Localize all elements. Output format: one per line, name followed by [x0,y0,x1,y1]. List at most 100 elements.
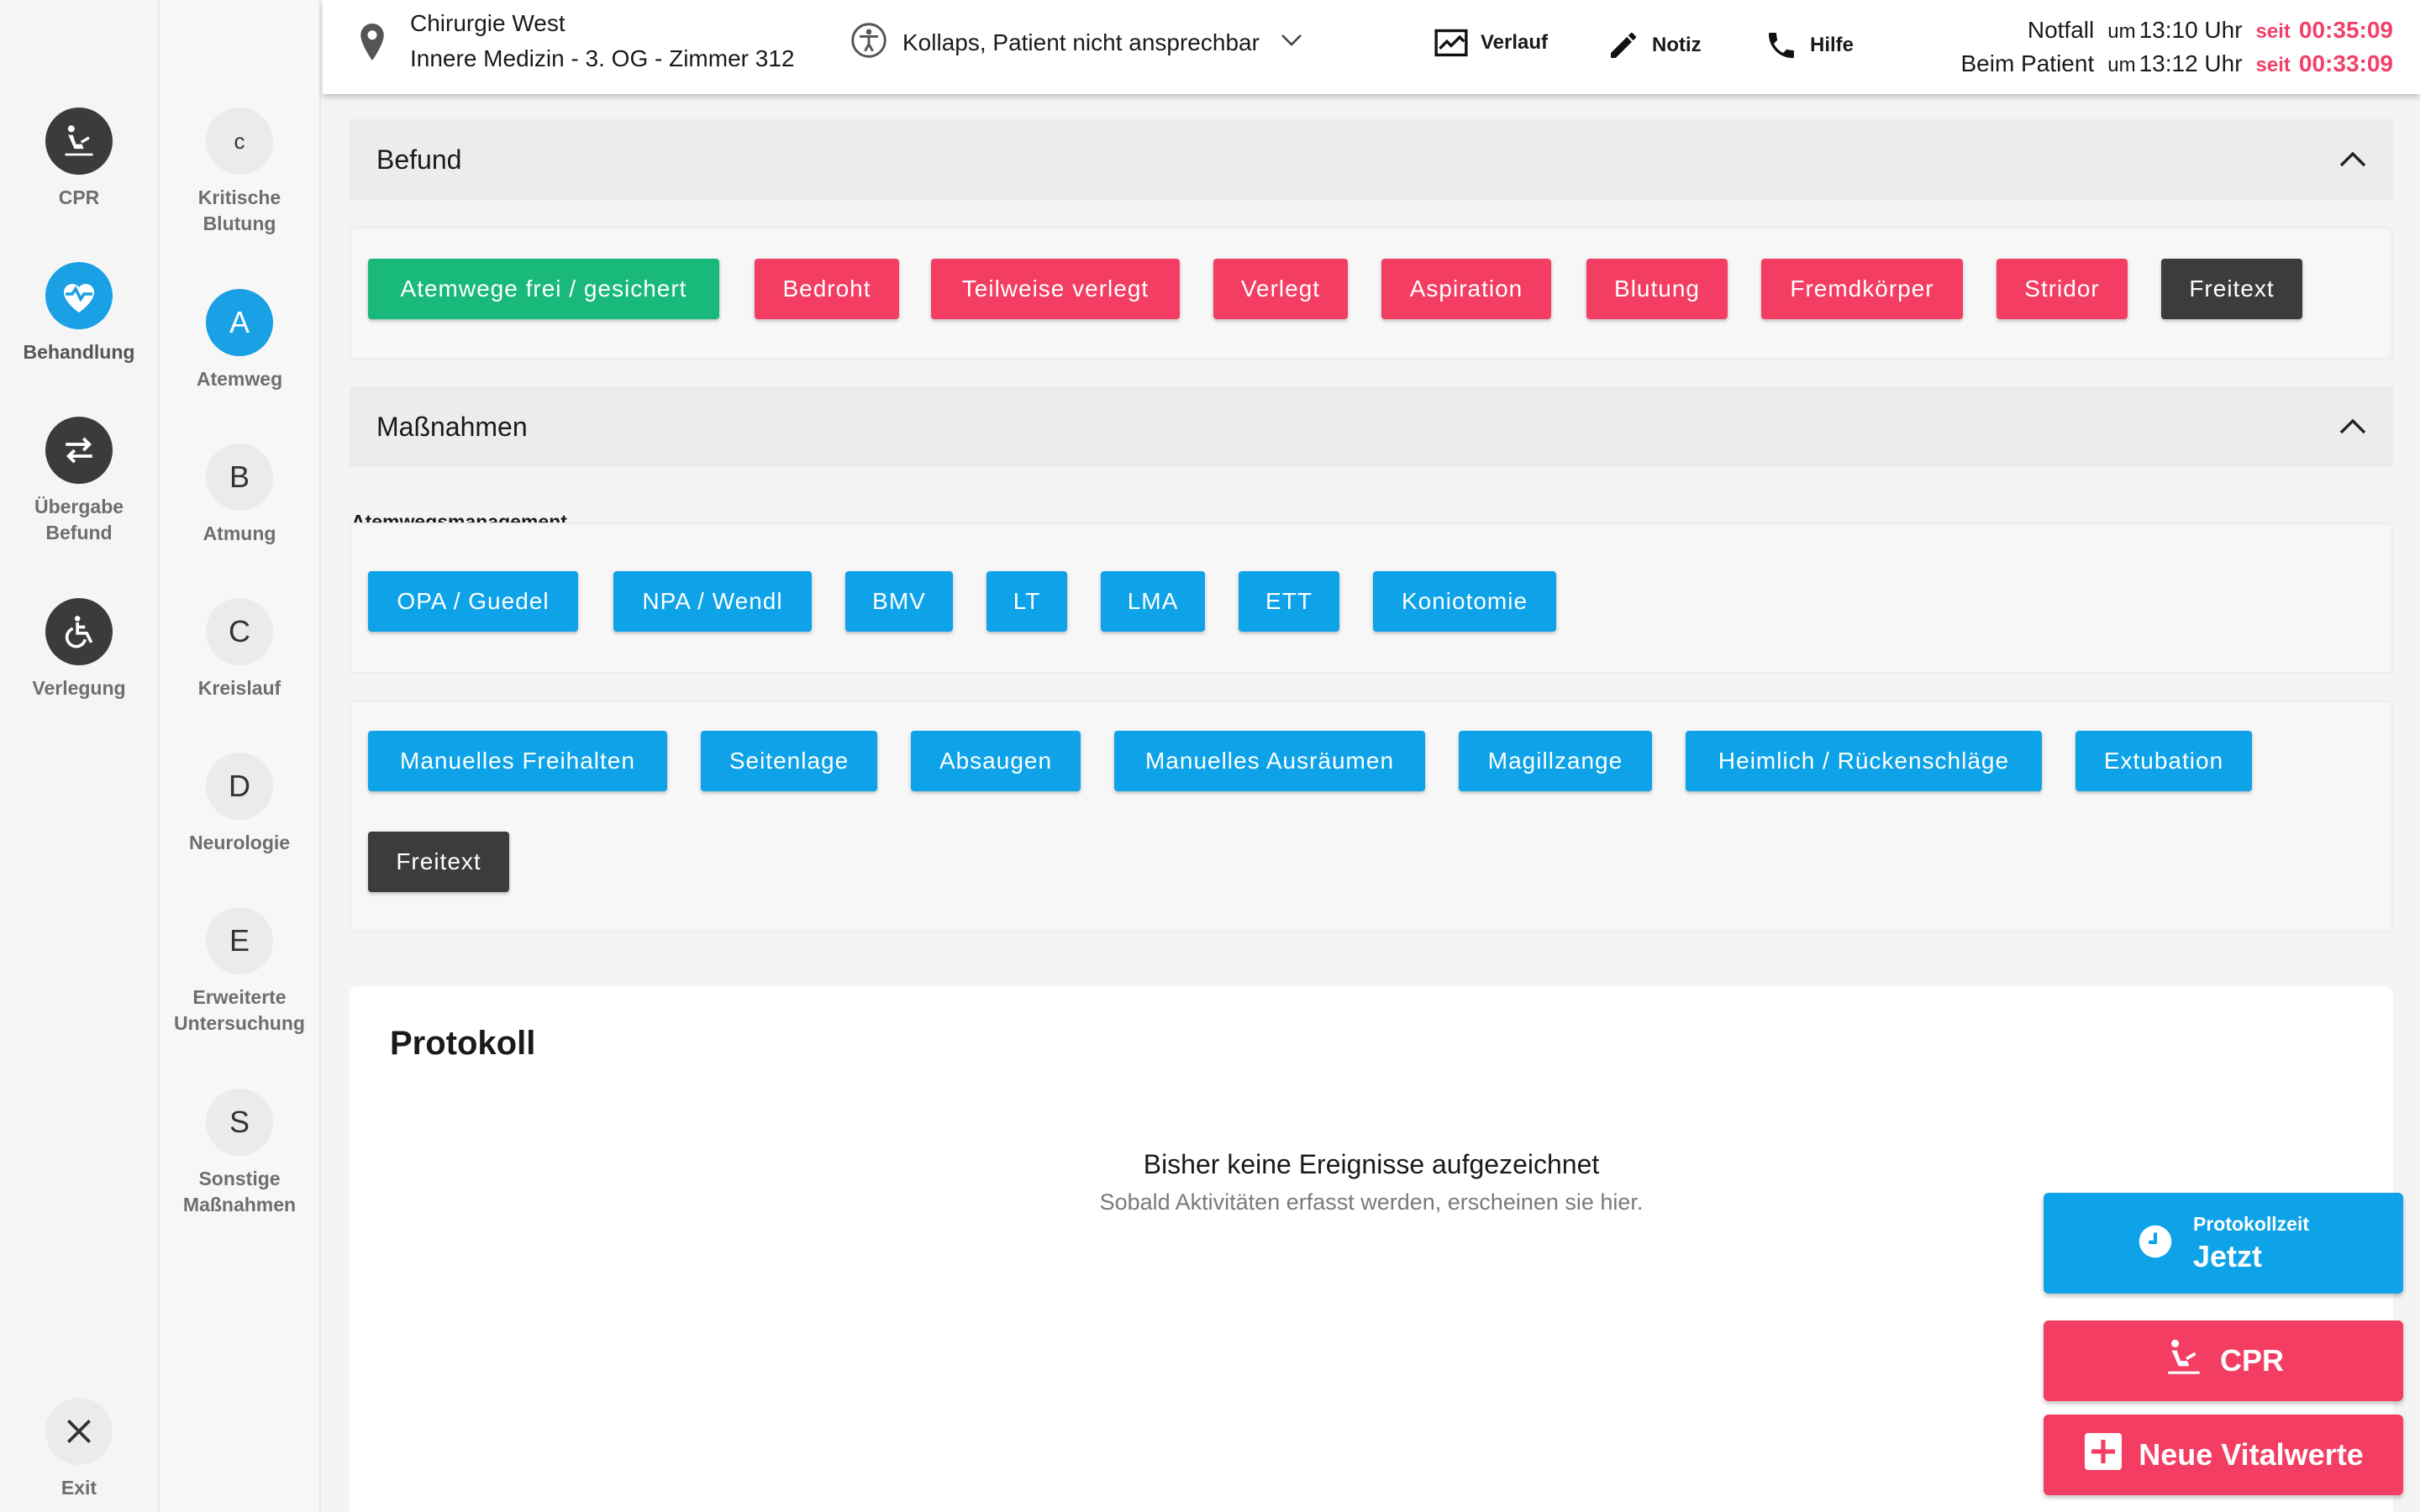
nav-uebergabe[interactable]: Übergabe Befund [0,417,158,546]
nav-letter: E [206,907,273,974]
location: Chirurgie West Innere Medizin - 3. OG - … [410,10,794,72]
chip-teilweise-verlegt[interactable]: Teilweise verlegt [931,259,1180,319]
massnahmen-title: Maßnahmen [376,411,528,442]
nav-cpr-label: CPR [58,186,100,208]
diagnosis-text: Kollaps, Patient nicht ansprechbar [902,29,1260,55]
nav-verlegung[interactable]: Verlegung [0,598,158,701]
body-figure-icon [850,22,887,63]
chip-aspiration[interactable]: Aspiration [1381,259,1551,319]
befund-title: Befund [376,144,462,175]
chip-blutung[interactable]: Blutung [1586,259,1728,319]
notiz-button[interactable]: Notiz [1607,29,1702,62]
chip-manuelles-freihalten[interactable]: Manuelles Freihalten [368,731,667,791]
seit-label: seit [2255,54,2291,76]
chip-npa-wendl[interactable]: NPA / Wendl [613,571,812,632]
protokoll-title: Protokoll [390,1025,536,1062]
atemwegsmanagement-panel: OPA / Guedel NPA / Wendl BMV LT LMA ETT … [350,522,2393,674]
nav-kritische-blutung[interactable]: c Kritische Blutung [160,108,319,237]
patient-time: Beim Patient um 13:12 Uhr seit 00:33:09 [1960,50,2393,77]
location-line2: Innere Medizin - 3. OG - Zimmer 312 [410,45,795,71]
notfall-clock: 13:10 Uhr [2139,17,2243,43]
chip-lt[interactable]: LT [986,571,1067,632]
nav-atmung[interactable]: B Atmung [160,444,319,547]
verlauf-label: Verlauf [1481,31,1549,54]
location-line1: Chirurgie West [410,10,566,36]
nav-kreislauf[interactable]: C Kreislauf [160,598,319,701]
chevron-up-icon[interactable] [2338,412,2368,443]
location-pin-icon [358,24,387,65]
nav-exit[interactable]: Exit [0,1398,158,1501]
notfall-duration: 00:35:09 [2298,17,2393,43]
chip-stridor[interactable]: Stridor [1996,259,2128,319]
nav-exit-label: Exit [60,1477,97,1499]
clock-icon [2138,1224,2173,1263]
nav-letter: C [206,598,273,665]
cpr-button[interactable]: CPR [2044,1320,2403,1401]
chip-lma[interactable]: LMA [1101,571,1205,632]
befund-header[interactable]: Befund [350,119,2393,200]
nav-atmung-label: Atmung [203,522,276,544]
chevron-up-icon[interactable] [2338,144,2368,176]
chart-icon [1434,29,1468,57]
heart-pulse-icon [45,262,113,329]
nav-erweiterte-untersuchung-label: Erweiterte Untersuchung [174,986,305,1034]
nav-cpr[interactable]: CPR [0,108,158,211]
protokollzeit-value: Jetzt [2192,1238,2263,1273]
chip-freitext[interactable]: Freitext [368,832,509,892]
chip-koniotomie[interactable]: Koniotomie [1373,571,1556,632]
chevron-down-icon [1280,33,1303,52]
chip-fremdkoerper[interactable]: Fremdkörper [1761,259,1963,319]
plus-box-icon [2083,1431,2123,1479]
abcde-nav: c Kritische Blutung A Atemweg B Atmung C… [160,0,321,1512]
patient-label: Beim Patient [1960,50,2095,76]
protokollzeit-button[interactable]: Protokollzeit Jetzt [2044,1193,2403,1294]
nav-letter: c [206,108,273,175]
cpr-label: CPR [2219,1343,2284,1378]
nav-neurologie-label: Neurologie [188,832,291,853]
massnahmen-other-panel: Manuelles Freihalten Seitenlage Absaugen… [350,701,2393,932]
chip-opa-guedel[interactable]: OPA / Guedel [368,571,578,632]
cpr-icon [2163,1336,2205,1386]
diagnosis-selector[interactable]: Kollaps, Patient nicht ansprechbar [850,22,1303,63]
chip-ett[interactable]: ETT [1239,571,1339,632]
neue-vitalwerte-label: Neue Vitalwerte [2139,1437,2364,1472]
nav-kreislauf-label: Kreislauf [197,677,281,699]
patient-duration: 00:33:09 [2298,50,2393,76]
chip-heimlich[interactable]: Heimlich / Rückenschläge [1686,731,2042,791]
nav-uebergabe-label: Übergabe Befund [34,496,124,543]
chip-extubation[interactable]: Extubation [2075,731,2252,791]
nav-letter: S [206,1089,273,1156]
nav-letter: A [206,289,273,356]
chip-atemwege-frei[interactable]: Atemwege frei / gesichert [368,259,719,319]
protokoll-empty-title: Bisher keine Ereignisse aufgezeichnet [1143,1149,1600,1179]
um-label: um [2107,54,2136,76]
chip-freitext[interactable]: Freitext [2161,259,2302,319]
nav-neurologie[interactable]: D Neurologie [160,753,319,856]
chip-manuelles-ausraeumen[interactable]: Manuelles Ausräumen [1114,731,1425,791]
massnahmen-header[interactable]: Maßnahmen [350,386,2393,467]
chip-seitenlage[interactable]: Seitenlage [701,731,877,791]
notfall-label: Notfall [2027,17,2095,43]
nav-sonstige-massnahmen[interactable]: S Sonstige Maßnahmen [160,1089,319,1218]
nav-behandlung-label: Behandlung [23,341,135,363]
nav-erweiterte-untersuchung[interactable]: E Erweiterte Untersuchung [160,907,319,1037]
primary-nav: CPR Behandlung Übergabe Befund Verlegung… [0,0,160,1512]
hilfe-label: Hilfe [1810,34,1854,56]
verlauf-button[interactable]: Verlauf [1434,29,1548,57]
nav-atemweg[interactable]: A Atemweg [160,289,319,392]
hilfe-button[interactable]: Hilfe [1765,29,1854,62]
chip-absaugen[interactable]: Absaugen [911,731,1081,791]
chip-magillzange[interactable]: Magillzange [1459,731,1652,791]
chip-bedroht[interactable]: Bedroht [755,259,899,319]
pencil-icon [1611,33,1636,58]
wheelchair-icon [45,598,113,665]
nav-behandlung[interactable]: Behandlung [0,262,158,365]
close-icon [45,1398,113,1465]
top-header: Chirurgie West Innere Medizin - 3. OG - … [323,0,2420,94]
nav-letter: B [206,444,273,511]
neue-vitalwerte-button[interactable]: Neue Vitalwerte [2044,1415,2403,1495]
chip-bmv[interactable]: BMV [845,571,953,632]
phone-icon [1769,33,1794,58]
chip-verlegt[interactable]: Verlegt [1213,259,1348,319]
swap-icon [45,417,113,484]
